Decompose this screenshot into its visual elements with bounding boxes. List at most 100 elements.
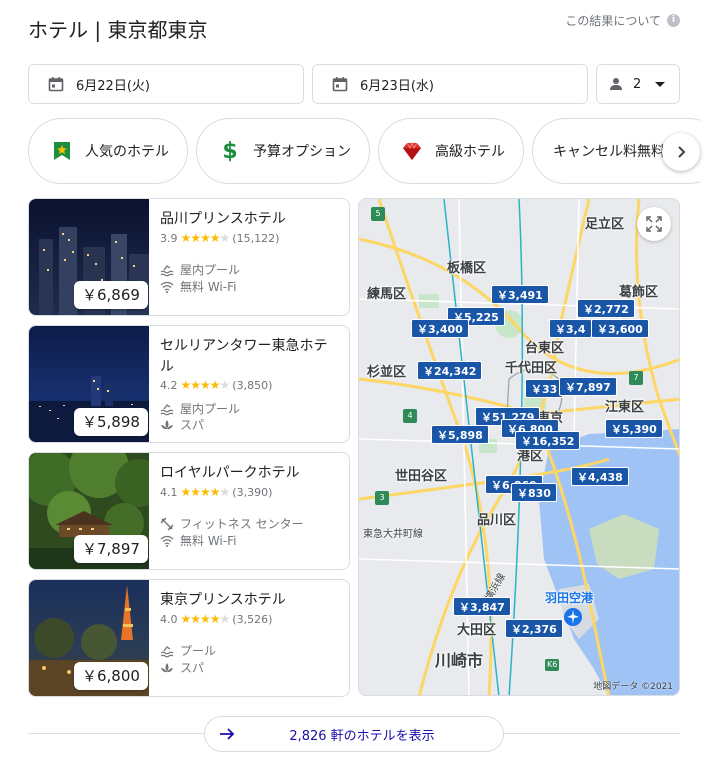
checkout-date-field[interactable]: 6月23日(水) xyxy=(312,64,588,104)
price-pin[interactable]: ￥5,898 xyxy=(431,425,489,444)
price-pin[interactable]: ￥3,600 xyxy=(591,319,649,338)
map-label: 羽田空港 xyxy=(545,591,594,605)
hotel-price: ￥6,800 xyxy=(74,662,148,690)
hotel-rating: 3.9 ★★★★★ (15,122) xyxy=(160,231,279,245)
rating-value: 4.1 xyxy=(160,485,178,499)
star-rating-icon: ★★★★★ xyxy=(180,378,231,392)
hotel-name: セルリアンタワー東急ホテル xyxy=(160,338,328,375)
map-label: 板橋区 xyxy=(447,261,487,276)
map-label: 江東区 xyxy=(605,400,645,415)
spa-icon xyxy=(161,662,173,672)
chip-luxury-hotels[interactable]: 高級ホテル xyxy=(378,118,524,184)
review-count: (3,390) xyxy=(232,485,273,499)
person-icon xyxy=(610,78,622,90)
checkin-date-field[interactable]: 6月22日(火) xyxy=(28,64,304,104)
map-label: 足立区 xyxy=(585,217,625,232)
hotel-card[interactable]: ￥6,869 品川プリンスホテル 3.9 ★★★★★ (15,122) 屋内プー… xyxy=(28,198,350,316)
wifi-icon xyxy=(160,535,174,547)
arrow-right-icon xyxy=(220,728,235,740)
about-results-link[interactable]: この結果について i xyxy=(565,12,680,29)
calendar-icon xyxy=(332,77,348,92)
hotel-name: 品川プリンスホテル xyxy=(160,211,286,227)
route-shield: 7 xyxy=(629,371,643,385)
wifi-icon xyxy=(160,281,174,293)
price-pin[interactable]: ￥3,4 xyxy=(549,319,592,338)
spa-icon xyxy=(161,419,173,429)
chevron-down-icon xyxy=(655,81,666,87)
hotel-name: ロイヤルパークホテル xyxy=(160,465,300,481)
price-pin[interactable]: ￥5,390 xyxy=(605,419,663,438)
price-pin[interactable]: ￥16,352 xyxy=(515,431,581,450)
trophy-icon xyxy=(54,142,70,160)
amenity-label: スパ xyxy=(180,418,205,432)
map-label: 品川区 xyxy=(477,513,517,528)
chip-budget-options[interactable]: $ 予算オプション xyxy=(196,118,370,184)
guests-dropdown[interactable]: 2 xyxy=(596,64,680,104)
map-label: 葛飾区 xyxy=(619,285,659,300)
price-pin[interactable]: ￥7,897 xyxy=(559,377,617,396)
price-pin[interactable]: ￥3,491 xyxy=(491,285,549,304)
pool-icon xyxy=(160,403,174,415)
hotel-rating: 4.0 ★★★★★ (3,526) xyxy=(160,612,272,626)
amenity-item: スパ xyxy=(160,416,204,433)
price-pin[interactable]: ￥33 xyxy=(525,379,564,398)
hotel-card[interactable]: ￥6,800 東京プリンスホテル 4.0 ★★★★★ (3,526) プール ス… xyxy=(28,579,350,697)
amenity-label: フィットネス センター xyxy=(180,517,304,531)
calendar-icon xyxy=(48,77,64,92)
price-pin[interactable]: ￥830 xyxy=(511,483,557,502)
hotel-price: ￥7,897 xyxy=(74,535,148,563)
hotel-card[interactable]: ￥7,897 ロイヤルパークホテル 4.1 ★★★★★ (3,390) フィット… xyxy=(28,452,350,570)
about-results-label: この結果について xyxy=(565,14,661,28)
amenity-item: フィットネス センター xyxy=(160,515,304,532)
route-shield: 3 xyxy=(375,491,389,505)
page-title: ホテル | 東京都東京 xyxy=(28,18,208,42)
hotel-rating: 4.1 ★★★★★ (3,390) xyxy=(160,485,272,499)
review-count: (3,526) xyxy=(232,612,273,626)
route-shield: K6 xyxy=(545,659,560,671)
star-rating-icon: ★★★★★ xyxy=(180,612,231,626)
amenity-label: 屋内プール xyxy=(180,402,241,416)
amenity-label: 屋内プール xyxy=(180,263,241,277)
map-label: 東急大井町線 xyxy=(363,529,423,540)
pool-icon xyxy=(160,264,174,276)
map-label: 台東区 xyxy=(525,341,565,356)
amenity-label: プール xyxy=(180,644,217,658)
guests-value: 2 xyxy=(633,76,642,92)
filter-chips: 人気のホテル $ 予算オプション 高級ホテル キャンセル料無料 xyxy=(28,118,700,184)
chip-popular-hotels[interactable]: 人気のホテル xyxy=(28,118,188,184)
amenity-label: 無料 Wi-Fi xyxy=(180,280,237,294)
chip-label: 予算オプション xyxy=(253,144,351,160)
amenity-item: 無料 Wi-Fi xyxy=(160,532,236,549)
amenity-label: 無料 Wi-Fi xyxy=(180,534,237,548)
price-pin[interactable]: ￥4,438 xyxy=(571,467,629,486)
price-pin[interactable]: ￥2,376 xyxy=(505,619,563,638)
star-rating-icon: ★★★★★ xyxy=(180,231,231,245)
price-pin[interactable]: ￥24,342 xyxy=(417,361,483,380)
gem-icon xyxy=(403,141,421,160)
price-pin[interactable]: ￥3,400 xyxy=(411,319,469,338)
rating-value: 3.9 xyxy=(160,231,178,245)
review-count: (3,850) xyxy=(232,378,273,392)
map-label: 杉並区 xyxy=(367,365,407,380)
hotel-map[interactable]: 足立区 板橋区 葛飾区 練馬区 台東区 千代田区 杉並区 東京 江東区 世田谷区… xyxy=(358,198,680,696)
hotel-card[interactable]: ￥5,898 セルリアンタワー東急ホテル 4.2 ★★★★★ (3,850) 屋… xyxy=(28,325,350,443)
map-label: 世田谷区 xyxy=(395,469,448,484)
airport-icon xyxy=(564,608,582,626)
chevron-right-icon xyxy=(678,146,686,158)
map-label: 川崎市 xyxy=(435,651,484,670)
amenity-item: 屋内プール xyxy=(160,261,240,278)
hotel-price: ￥5,898 xyxy=(74,408,148,436)
map-expand-button[interactable] xyxy=(637,207,671,241)
amenity-item: 屋内プール xyxy=(160,400,240,417)
amenity-item: 無料 Wi-Fi xyxy=(160,278,236,295)
map-label: 大田区 xyxy=(457,623,497,638)
price-pin[interactable]: ￥3,847 xyxy=(453,597,511,616)
map-credit: 地図データ ©2021 xyxy=(593,682,673,692)
hotel-price: ￥6,869 xyxy=(74,281,148,309)
price-pin[interactable]: ￥2,772 xyxy=(577,299,635,318)
svg-text:$: $ xyxy=(222,140,237,162)
view-all-hotels-label: 2,826 軒のホテルを表示 xyxy=(289,728,435,744)
chips-next-button[interactable] xyxy=(662,133,700,171)
info-icon: i xyxy=(667,14,680,27)
view-all-hotels-button[interactable]: 2,826 軒のホテルを表示 xyxy=(204,716,504,752)
